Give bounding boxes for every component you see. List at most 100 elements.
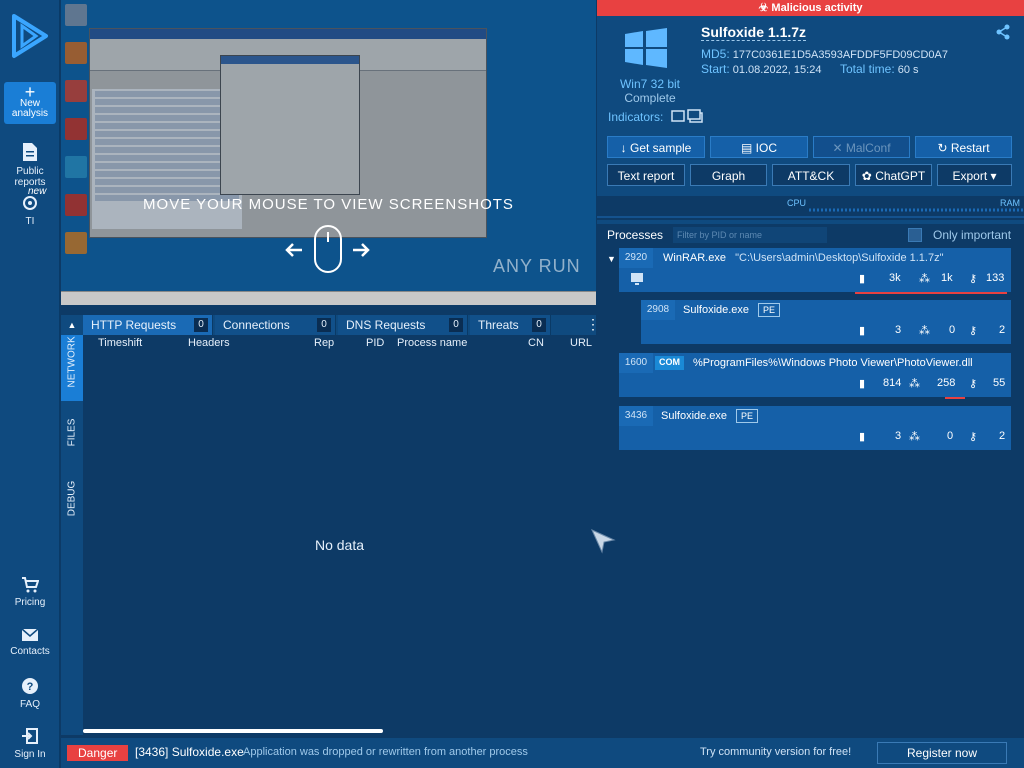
registry-count: 258 bbox=[937, 377, 956, 389]
anyrun-watermark: ANY RUN bbox=[493, 256, 581, 276]
processes-toolbar: Processes Filter by PID or name Only imp… bbox=[597, 224, 1024, 246]
text-report-label: Text report bbox=[617, 169, 675, 183]
tab-http-requests[interactable]: HTTP Requests 0 bbox=[83, 315, 213, 335]
ti-label: TI bbox=[25, 216, 35, 227]
process-row[interactable]: 2908 Sulfoxide.exe PE ▮ 3 ⁂ 0 ⚷ 2 bbox=[641, 300, 1011, 346]
attck-button[interactable]: ATT&CK bbox=[772, 164, 850, 186]
contacts-link[interactable]: Contacts bbox=[0, 628, 60, 657]
process-stats: ▮ 3k ⁂ 1k ⚷ 133 bbox=[859, 272, 1009, 288]
process-name: Sulfoxide.exe bbox=[661, 410, 728, 422]
graph-button[interactable]: Graph bbox=[690, 164, 767, 186]
tab-files[interactable]: FILES bbox=[61, 401, 83, 467]
os-name: Win7 32 bit bbox=[619, 77, 681, 91]
network-count: 2 bbox=[999, 430, 1006, 442]
process-row[interactable]: 2920 WinRAR.exe "C:\Users\admin\Desktop\… bbox=[619, 248, 1011, 294]
process-reference-link[interactable]: [3436] Sulfoxide.exe bbox=[135, 745, 244, 759]
horizontal-scrollbar[interactable] bbox=[83, 729, 383, 733]
network-icon: ⚷ bbox=[969, 378, 978, 390]
md5-label: MD5: bbox=[701, 47, 730, 61]
tab-dns-requests[interactable]: DNS Requests 0 bbox=[338, 315, 468, 335]
col-pid[interactable]: PID bbox=[366, 337, 384, 349]
only-important-checkbox[interactable] bbox=[908, 228, 922, 242]
cpu-ram-graph bbox=[597, 208, 1024, 218]
total-time-label: Total time: bbox=[840, 62, 895, 76]
file-icon: ▮ bbox=[859, 273, 866, 285]
sign-in-link[interactable]: Sign In bbox=[0, 727, 60, 760]
text-report-button[interactable]: Text report bbox=[607, 164, 685, 186]
files-count: 3 bbox=[895, 324, 902, 336]
col-rep[interactable]: Rep bbox=[314, 337, 334, 349]
registry-icon: ⁂ bbox=[919, 273, 930, 285]
process-stats: ▮ 814 ⁂ 258 ⚷ 55 bbox=[859, 377, 1009, 393]
chatgpt-label: ChatGPT bbox=[875, 169, 926, 183]
gear-icon bbox=[23, 196, 37, 210]
total-time-row: Total time: 60 s bbox=[840, 62, 919, 76]
tab-connections[interactable]: Connections 0 bbox=[215, 315, 336, 335]
arrow-right-icon[interactable] bbox=[351, 240, 371, 260]
attck-label: ATT&CK bbox=[787, 169, 835, 183]
public-reports-link[interactable]: Public reports bbox=[0, 142, 60, 188]
new-analysis-button[interactable]: + New analysis bbox=[4, 82, 56, 124]
col-process-name[interactable]: Process name bbox=[397, 337, 467, 349]
network-count: 55 bbox=[993, 377, 1006, 389]
chatgpt-icon: ✿ bbox=[861, 169, 876, 183]
sign-in-label: Sign In bbox=[14, 749, 46, 760]
col-headers[interactable]: Headers bbox=[188, 337, 230, 349]
process-filter-input[interactable]: Filter by PID or name bbox=[673, 227, 827, 243]
restart-button[interactable]: ↻ Restart bbox=[915, 136, 1012, 158]
tab-network[interactable]: NETWORK bbox=[61, 335, 83, 401]
danger-badge: Danger bbox=[67, 745, 129, 761]
tab-debug[interactable]: DEBUG bbox=[61, 467, 83, 533]
export-label: Export bbox=[952, 169, 988, 183]
network-tabs: HTTP Requests 0 Connections 0 DNS Reques… bbox=[83, 315, 600, 335]
indicator-icon[interactable] bbox=[671, 109, 705, 123]
tab-threats-label: Threats bbox=[478, 318, 519, 332]
help-icon: ? bbox=[22, 678, 38, 694]
screenshot-preview[interactable]: MOVE YOUR MOUSE TO VIEW SCREENSHOTS ANY … bbox=[61, 0, 596, 305]
col-timeshift[interactable]: Timeshift bbox=[98, 337, 142, 349]
malconf-button[interactable]: ✕ MalConf bbox=[813, 136, 910, 158]
col-url[interactable]: URL bbox=[570, 337, 592, 349]
network-panel: ▲ HTTP Requests 0 Connections 0 DNS Requ… bbox=[62, 315, 600, 735]
arrow-left-icon[interactable] bbox=[284, 240, 304, 260]
network-icon: ⚷ bbox=[969, 273, 978, 285]
ti-link[interactable]: TI bbox=[0, 194, 60, 227]
col-cn[interactable]: CN bbox=[528, 337, 544, 349]
tab-threats[interactable]: Threats 0 bbox=[470, 315, 551, 335]
process-row[interactable]: 1600 COM %ProgramFiles%\Windows Photo Vi… bbox=[619, 353, 1011, 399]
export-button[interactable]: Export ▾ bbox=[937, 164, 1012, 186]
process-pid: 2908 bbox=[641, 300, 675, 320]
status-footer: Danger [3436] Sulfoxide.exe Application … bbox=[61, 738, 1024, 768]
chatgpt-button[interactable]: ✿ ChatGPT bbox=[855, 164, 932, 186]
more-options-icon[interactable]: ⋮ bbox=[586, 317, 600, 331]
network-icon: ⚷ bbox=[969, 325, 978, 337]
indicator-icons bbox=[671, 109, 705, 126]
ioc-label: IOC bbox=[755, 141, 777, 155]
get-sample-label: Get sample bbox=[629, 141, 692, 155]
com-badge: COM bbox=[655, 356, 684, 370]
anyrun-logo[interactable] bbox=[8, 10, 52, 62]
pe-badge: PE bbox=[758, 303, 781, 317]
md5-value[interactable]: 177C0361E1D5A3593AFDDF5FD09CD0A7 bbox=[733, 49, 948, 61]
network-icon: ⚷ bbox=[969, 431, 978, 443]
mail-icon bbox=[21, 628, 39, 641]
process-row[interactable]: 3436 Sulfoxide.exe PE ▮ 3 ⁂ 0 ⚷ 2 bbox=[619, 406, 1011, 452]
registry-icon: ⁂ bbox=[909, 431, 920, 443]
registry-count: 0 bbox=[949, 324, 956, 336]
total-time-value: 60 s bbox=[897, 64, 919, 76]
network-count: 133 bbox=[986, 272, 1005, 284]
share-icon[interactable] bbox=[995, 24, 1011, 40]
register-now-button[interactable]: Register now bbox=[877, 742, 1007, 764]
get-sample-button[interactable]: ↓ Get sample bbox=[607, 136, 705, 158]
tab-http-count: 0 bbox=[194, 318, 208, 332]
sample-title[interactable]: Sulfoxide 1.1.7z bbox=[701, 24, 807, 41]
only-important-label: Only important bbox=[933, 228, 1012, 242]
collapse-button[interactable]: ▲ bbox=[62, 315, 82, 335]
screenshot-hint: MOVE YOUR MOUSE TO VIEW SCREENSHOTS bbox=[143, 196, 514, 213]
malconf-label: MalConf bbox=[845, 141, 891, 155]
expand-icon[interactable]: ▼ bbox=[607, 254, 616, 264]
faq-link[interactable]: ? FAQ bbox=[0, 677, 60, 710]
network-count: 2 bbox=[999, 324, 1006, 336]
pricing-link[interactable]: Pricing bbox=[0, 577, 60, 608]
ioc-button[interactable]: ▤ IOC bbox=[710, 136, 808, 158]
